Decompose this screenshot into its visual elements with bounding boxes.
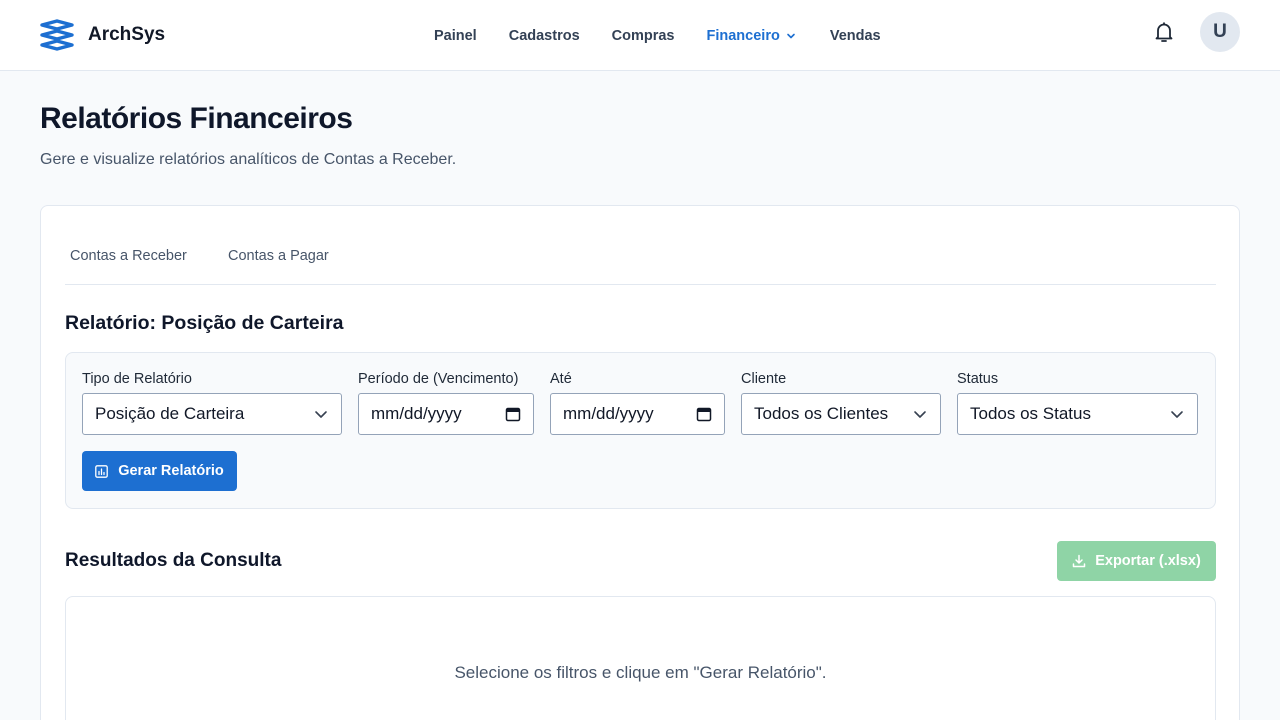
- results-title: Resultados da Consulta: [65, 550, 282, 571]
- main-nav: Painel Cadastros Compras Financeiro Vend…: [434, 25, 881, 47]
- nav-item-cadastros[interactable]: Cadastros: [509, 25, 580, 47]
- period-to-value: mm/dd/yyyy: [563, 404, 654, 423]
- chevron-down-icon: [315, 411, 327, 418]
- export-xlsx-button[interactable]: Exportar (.xlsx): [1057, 541, 1216, 581]
- download-icon: [1072, 554, 1086, 568]
- nav-item-financeiro[interactable]: Financeiro: [707, 25, 796, 47]
- report-chart-icon: [95, 464, 109, 478]
- page-title: Relatórios Financeiros: [40, 102, 353, 135]
- status-select[interactable]: Todos os Status: [957, 393, 1198, 435]
- calendar-icon[interactable]: [696, 406, 712, 422]
- nav-item-label: Painel: [434, 28, 477, 44]
- tab-contas-a-receber[interactable]: Contas a Receber: [70, 248, 187, 264]
- empty-state-message: Selecione os filtros e clique em "Gerar …: [454, 663, 827, 682]
- top-navbar: ArchSys Painel Cadastros Compras Finance…: [0, 0, 1280, 71]
- chevron-down-icon: [787, 33, 795, 39]
- period-to-label: Até: [550, 371, 572, 387]
- report-type-value: Posição de Carteira: [95, 404, 245, 423]
- report-tabs: Contas a Receber Contas a Pagar: [65, 206, 1216, 285]
- nav-item-label: Vendas: [829, 28, 881, 44]
- report-title: Relatório: Posição de Carteira: [65, 312, 344, 334]
- results-panel: Selecione os filtros e clique em "Gerar …: [65, 596, 1216, 720]
- calendar-icon[interactable]: [505, 406, 521, 422]
- status-value: Todos os Status: [970, 404, 1091, 423]
- report-type-label: Tipo de Relatório: [82, 371, 192, 387]
- client-select[interactable]: Todos os Clientes: [741, 393, 941, 435]
- tab-contas-a-pagar[interactable]: Contas a Pagar: [228, 248, 329, 264]
- filter-panel: Tipo de Relatório Posição de Carteira Pe…: [65, 352, 1216, 509]
- archsys-logo-icon: [40, 19, 74, 51]
- nav-item-vendas[interactable]: Vendas: [830, 25, 881, 47]
- export-label: Exportar (.xlsx): [1095, 553, 1201, 569]
- nav-item-compras[interactable]: Compras: [612, 25, 675, 47]
- chevron-down-icon: [1171, 411, 1183, 418]
- generate-report-button[interactable]: Gerar Relatório: [82, 451, 237, 491]
- user-avatar[interactable]: U: [1200, 12, 1240, 52]
- chevron-down-icon: [914, 411, 926, 418]
- status-label: Status: [957, 371, 999, 387]
- period-from-date-input[interactable]: mm/dd/yyyy: [358, 393, 534, 435]
- nav-item-painel[interactable]: Painel: [434, 25, 477, 47]
- period-from-label: Período de (Vencimento): [358, 371, 519, 387]
- nav-item-label: Compras: [611, 28, 675, 44]
- nav-item-label: Financeiro: [706, 28, 780, 44]
- page-subtitle: Gere e visualize relatórios analíticos d…: [40, 151, 457, 168]
- notifications-bell-icon[interactable]: [1152, 20, 1176, 44]
- brand[interactable]: ArchSys: [40, 18, 165, 52]
- period-to-date-input[interactable]: mm/dd/yyyy: [550, 393, 725, 435]
- client-label: Cliente: [741, 371, 787, 387]
- app-name: ArchSys: [88, 24, 166, 45]
- nav-item-label: Cadastros: [508, 28, 580, 44]
- report-card: Contas a Receber Contas a Pagar Relatóri…: [40, 205, 1240, 720]
- period-from-value: mm/dd/yyyy: [371, 404, 462, 423]
- report-type-select[interactable]: Posição de Carteira: [82, 393, 342, 435]
- generate-report-label: Gerar Relatório: [118, 463, 224, 479]
- client-value: Todos os Clientes: [754, 404, 889, 423]
